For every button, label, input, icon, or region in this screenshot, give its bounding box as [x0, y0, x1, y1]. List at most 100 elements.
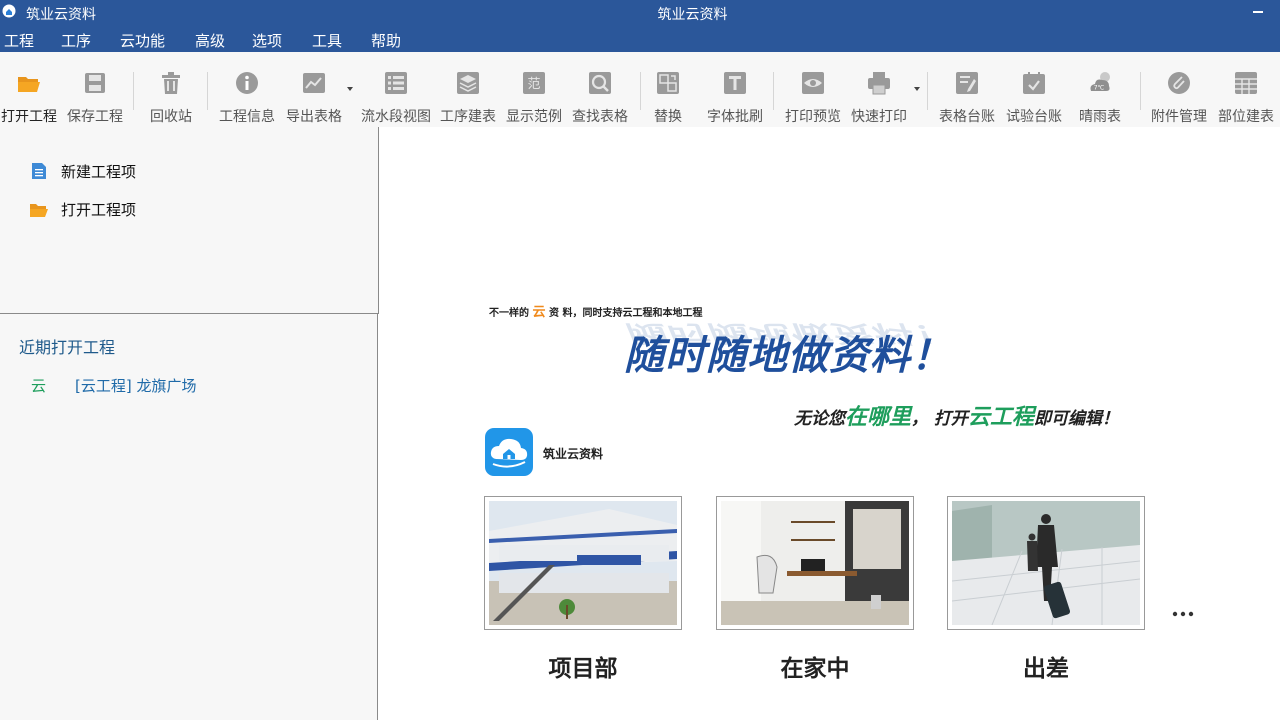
table-ledger-label: 表格台账 — [939, 109, 995, 125]
recent-projects-panel: 近期打开工程 云 [云工程] 龙旗广场 — [0, 314, 378, 720]
quick-print-label: 快速打印 — [851, 109, 907, 125]
toolbar-separator — [1140, 72, 1141, 110]
attachment-icon — [1168, 72, 1190, 94]
font-brush-button[interactable]: 字体批刷 — [704, 68, 766, 125]
preview-eye-icon — [802, 72, 824, 94]
part-build-table-button[interactable]: 部位建表 — [1215, 68, 1277, 125]
minimize-button[interactable] — [1248, 4, 1268, 22]
weather-temperature: 7℃ — [1094, 85, 1105, 92]
print-preview-label: 打印预览 — [785, 109, 841, 125]
open-project-label: 打开工程 — [1, 109, 57, 125]
subslogan-part: ， 打开 — [911, 409, 968, 429]
card-caption-business-trip: 出差 — [1023, 656, 1069, 682]
banner-subslogan: 无论您在哪里， 打开云工程即可编辑！ — [794, 399, 1119, 431]
menu-process[interactable]: 工序 — [61, 30, 91, 51]
find-table-button[interactable]: 查找表格 — [569, 68, 631, 125]
flow-segment-view-label: 流水段视图 — [361, 109, 431, 125]
weather-table-button[interactable]: 7℃ 晴雨表 — [1075, 68, 1125, 125]
grid-table-icon — [1235, 72, 1257, 94]
new-project-label: 新建工程项 — [61, 163, 137, 181]
find-table-label: 查找表格 — [572, 109, 628, 125]
menu-advanced[interactable]: 高级 — [195, 30, 225, 51]
subslogan-highlight: 云工程 — [967, 405, 1034, 430]
more-icon[interactable] — [1171, 611, 1195, 617]
recent-heading: 近期打开工程 — [19, 338, 116, 357]
attachment-manage-label: 附件管理 — [1151, 109, 1207, 125]
app-logo — [485, 428, 533, 476]
project-info-button[interactable]: 工程信息 — [216, 68, 278, 125]
attachment-manage-button[interactable]: 附件管理 — [1148, 68, 1210, 125]
list-view-icon — [385, 72, 407, 94]
part-build-table-label: 部位建表 — [1218, 109, 1274, 125]
photo-card-business-trip — [947, 496, 1145, 630]
open-folder-icon — [18, 77, 40, 92]
svg-text:范: 范 — [527, 77, 540, 92]
banner-slogan-reflection: 随时随地做资料！ — [624, 319, 952, 347]
export-table-label: 导出表格 — [286, 109, 342, 125]
menu-bar: 工程 工序 云功能 高级 选项 工具 帮助 — [0, 26, 1280, 52]
export-table-button[interactable]: 导出表格 — [283, 68, 345, 125]
layers-icon — [457, 72, 479, 94]
recent-project-item[interactable]: 云 [云工程] 龙旗广场 — [31, 375, 331, 395]
start-panel: 新建工程项 打开工程项 — [0, 127, 379, 314]
recycle-bin-button[interactable]: 回收站 — [145, 68, 197, 125]
toolbar-separator — [640, 72, 641, 110]
recent-project-name[interactable]: [云工程] 龙旗广场 — [75, 375, 196, 396]
project-info-label: 工程信息 — [219, 109, 275, 125]
photo-card-at-home — [716, 496, 914, 630]
example-icon: 范 — [523, 72, 545, 94]
export-dropdown-arrow[interactable] — [347, 87, 353, 91]
toolbar-separator — [927, 72, 928, 110]
show-example-label: 显示范例 — [506, 109, 562, 125]
process-build-table-label: 工序建表 — [440, 109, 496, 125]
menu-options[interactable]: 选项 — [252, 30, 282, 51]
test-ledger-label: 试验台账 — [1006, 109, 1062, 125]
menu-cloud[interactable]: 云功能 — [120, 30, 165, 51]
export-table-icon — [303, 73, 325, 93]
open-project-button[interactable]: 打开工程 — [0, 68, 58, 125]
toolbar: 打开工程 保存工程 回收站 工程信息 导出表格 流水段视图 工序建表 范 显示范… — [0, 52, 1280, 127]
replace-label: 替换 — [654, 109, 682, 125]
ledger-icon — [956, 72, 978, 94]
card-caption-project-dept: 项目部 — [548, 656, 618, 682]
tagline-prefix: 不一样的 — [489, 308, 529, 319]
new-document-icon — [32, 163, 46, 179]
trash-icon — [162, 72, 180, 94]
process-build-table-button[interactable]: 工序建表 — [437, 68, 499, 125]
cloud-house-icon — [490, 438, 528, 468]
weather-table-label: 晴雨表 — [1079, 109, 1121, 125]
site-office-photo — [489, 501, 677, 625]
flow-segment-view-button[interactable]: 流水段视图 — [357, 68, 435, 125]
font-brush-label: 字体批刷 — [707, 109, 763, 125]
recycle-bin-label: 回收站 — [150, 109, 192, 125]
brand-name: 筑业云资料 — [543, 447, 604, 461]
title-bar: 筑业云资料 筑业云资料 — [0, 0, 1280, 26]
menu-help[interactable]: 帮助 — [371, 30, 401, 51]
toolbar-separator — [207, 72, 208, 110]
info-icon — [236, 72, 258, 94]
printer-icon — [868, 72, 890, 95]
subslogan-part: 即可编辑！ — [1033, 409, 1119, 429]
replace-button[interactable]: 替换 — [650, 68, 686, 125]
cloud-badge: 云 — [31, 377, 47, 395]
font-brush-icon — [724, 72, 746, 94]
save-project-button[interactable]: 保存工程 — [64, 68, 126, 125]
card-caption-at-home: 在家中 — [780, 656, 850, 682]
welcome-banner: 不一样的 云 资 料，同时支持云工程和本地工程 随时随地做资料！ 随时随地做资料… — [379, 127, 1280, 720]
show-example-button[interactable]: 范 显示范例 — [503, 68, 565, 125]
menu-project[interactable]: 工程 — [4, 30, 34, 51]
quick-print-button[interactable]: 快速打印 — [848, 68, 910, 125]
test-ledger-button[interactable]: 试验台账 — [1003, 68, 1065, 125]
weather-icon: 7℃ — [1090, 72, 1110, 92]
toolbar-separator — [773, 72, 774, 110]
tagline-cloud-word: 云 — [532, 305, 546, 320]
open-project-label: 打开工程项 — [61, 201, 137, 219]
business-trip-photo — [952, 501, 1140, 625]
print-preview-button[interactable]: 打印预览 — [782, 68, 844, 125]
photo-card-project-dept — [484, 496, 682, 630]
print-dropdown-arrow[interactable] — [914, 87, 920, 91]
menu-tools[interactable]: 工具 — [312, 30, 342, 51]
save-project-label: 保存工程 — [67, 109, 123, 125]
table-ledger-button[interactable]: 表格台账 — [936, 68, 998, 125]
search-icon — [589, 72, 611, 94]
